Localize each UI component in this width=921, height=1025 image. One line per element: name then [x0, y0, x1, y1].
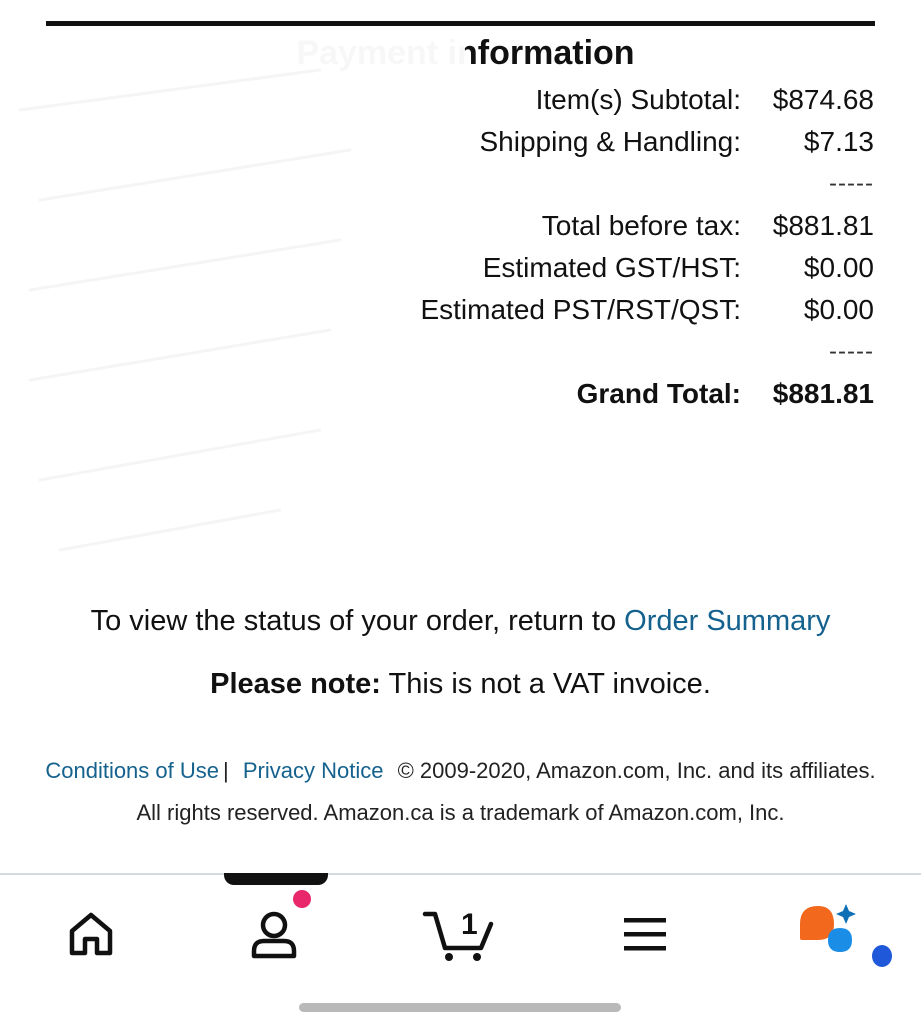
redaction-scribble — [0, 30, 468, 560]
nav-menu[interactable] — [600, 899, 690, 969]
order-summary-link[interactable]: Order Summary — [624, 605, 830, 637]
grand-total-label: Grand Total: — [576, 378, 741, 409]
section-top-rule — [46, 21, 875, 26]
copyright-text: © 2009-2020, Amazon.com, Inc. and its af… — [397, 758, 876, 783]
home-indicator-bar[interactable] — [299, 1003, 621, 1012]
rufus-assistant-icon — [800, 904, 892, 967]
vat-note: Please note: This is not a VAT invoice. — [0, 663, 921, 705]
order-status-text: To view the status of your order, return… — [90, 605, 617, 637]
total-before-tax-value: $881.81 — [772, 210, 874, 241]
subtotal-value: $874.68 — [772, 84, 874, 115]
total-before-tax-row: Total before tax: $881.81 — [542, 206, 874, 246]
order-status-line: To view the status of your order, return… — [0, 600, 921, 642]
footer-links: Conditions of Use | Privacy Notice © 2009… — [0, 755, 921, 787]
subtotal-row: Item(s) Subtotal: $874.68 — [536, 80, 874, 120]
gst-value: $0.00 — [803, 252, 874, 283]
rights-text: All rights reserved. Amazon.ca is a trad… — [136, 800, 785, 825]
grand-total-row: Grand Total: $881.81 — [577, 374, 874, 414]
nav-assistant[interactable] — [792, 899, 902, 969]
grand-total-value: $881.81 — [772, 378, 874, 409]
separator-1: ----- — [829, 170, 874, 197]
gst-label: Estimated GST/HST: — [482, 252, 741, 283]
cart-count: 1 — [461, 908, 478, 941]
pst-value: $0.00 — [803, 294, 874, 325]
privacy-notice-link[interactable]: Privacy Notice — [243, 758, 384, 783]
subtotal-label: Item(s) Subtotal: — [535, 84, 741, 115]
vat-note-text: This is not a VAT invoice. — [388, 668, 711, 700]
shipping-row: Shipping & Handling: $7.13 — [479, 122, 874, 162]
account-icon — [251, 911, 297, 959]
separator-2: ----- — [829, 338, 874, 365]
nav-cart[interactable]: 1 — [414, 899, 504, 969]
bottom-nav: 1 — [0, 873, 921, 1025]
home-icon — [69, 912, 113, 956]
total-before-tax-label: Total before tax: — [541, 210, 741, 241]
shipping-value: $7.13 — [803, 126, 874, 157]
notification-dot — [293, 890, 311, 908]
nav-account[interactable] — [230, 890, 320, 969]
cart-icon: 1 — [422, 908, 494, 961]
vat-note-label: Please note: — [210, 668, 381, 700]
active-tab-indicator — [224, 873, 328, 885]
conditions-of-use-link[interactable]: Conditions of Use — [45, 758, 219, 783]
menu-icon — [624, 918, 666, 951]
footer-divider: | — [223, 758, 229, 783]
nav-home[interactable] — [46, 899, 136, 969]
gst-row: Estimated GST/HST: $0.00 — [483, 248, 874, 288]
